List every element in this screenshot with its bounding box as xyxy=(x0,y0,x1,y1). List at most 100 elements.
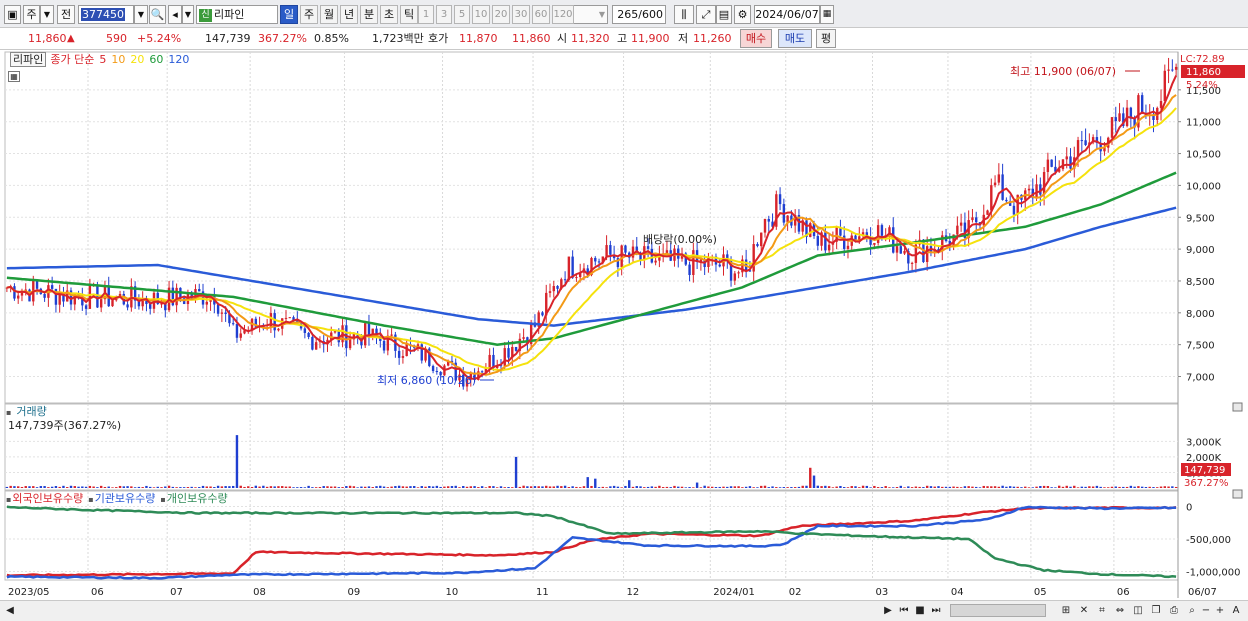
period-tab[interactable]: 월 xyxy=(320,5,338,24)
chart-svg[interactable]: 2023/05 06 07 08 09 10 11 12 2024/01 02 03 04 05 06 06… xyxy=(0,50,1248,600)
volume-bar xyxy=(250,486,254,488)
volume-bar xyxy=(96,487,99,488)
stop-icon[interactable]: ■ xyxy=(912,603,928,618)
volume-bar xyxy=(971,486,974,488)
count-input[interactable]: 265/600 xyxy=(612,5,666,24)
volume-bar xyxy=(899,485,902,488)
volume-bar xyxy=(465,486,469,488)
save-icon[interactable]: ▤ xyxy=(716,5,732,24)
grid-icon[interactable]: ⌗ xyxy=(1094,603,1110,618)
chevron-down-icon[interactable]: ▼ xyxy=(40,5,54,24)
eval-button[interactable]: 평 xyxy=(816,29,836,48)
stock-name-field[interactable]: 신 리파인 xyxy=(196,5,278,24)
volume-bar xyxy=(729,486,733,488)
candle-body xyxy=(827,244,831,251)
gear-icon[interactable]: ⚙ xyxy=(734,5,751,24)
type-selector[interactable]: 주 xyxy=(23,5,40,24)
volume-bar xyxy=(73,486,76,488)
volume-bar xyxy=(24,486,27,488)
interval-button[interactable]: 1 xyxy=(418,5,434,24)
volume-bar xyxy=(680,486,684,488)
rewind-icon[interactable]: ⏮ xyxy=(896,603,912,618)
calendar-icon[interactable]: ▦ xyxy=(820,5,834,24)
volume-bar xyxy=(741,487,744,488)
interval-button[interactable]: 10 xyxy=(472,5,490,24)
period-tab[interactable]: 초 xyxy=(380,5,398,24)
candle-body xyxy=(488,354,491,369)
volume-bar xyxy=(318,487,322,488)
interval-dropdown[interactable]: ▼ xyxy=(572,5,608,24)
candle-body xyxy=(597,261,601,263)
candle-body xyxy=(514,346,518,351)
type2-selector[interactable]: 전 xyxy=(57,5,75,24)
scroll-right-icon[interactable]: ▶ xyxy=(880,603,896,618)
buy-button[interactable]: 매수 xyxy=(740,29,772,48)
volume-bar xyxy=(77,486,80,488)
candle-body xyxy=(35,280,39,289)
volume-bar xyxy=(28,486,31,488)
interval-button[interactable]: 60 xyxy=(532,5,550,24)
font-size-icon[interactable]: A xyxy=(1228,603,1244,618)
chart-area[interactable]: 2023/05 06 07 08 09 10 11 12 2024/01 02 03 04 05 06 06… xyxy=(0,50,1248,621)
candle-body xyxy=(314,342,318,350)
split-icon[interactable]: ⇔ xyxy=(1112,603,1128,618)
candle-body xyxy=(620,245,623,268)
drawing-tool-icon[interactable]: ⤢ xyxy=(696,5,716,24)
volume-bar xyxy=(507,487,510,488)
period-tab[interactable]: 틱 xyxy=(400,5,418,24)
table-icon[interactable]: ▦ xyxy=(8,71,20,82)
ma5-line xyxy=(6,75,1178,380)
period-tab[interactable]: 분 xyxy=(360,5,378,24)
period-tab[interactable]: 주 xyxy=(300,5,318,24)
period-tab[interactable]: 년 xyxy=(340,5,358,24)
high-annotation: 최고 11,900 (06/07) xyxy=(1010,65,1116,78)
holding-series-line xyxy=(6,505,1177,579)
candle-body xyxy=(975,217,978,223)
volume-bar xyxy=(922,487,925,488)
ma-legend-item: 10 xyxy=(111,53,126,66)
volume-bar xyxy=(443,486,446,488)
volume-bar xyxy=(1099,486,1102,488)
stock-code-input[interactable]: 377450 xyxy=(78,5,134,24)
stock-name-tag[interactable]: 리파인 xyxy=(10,52,47,67)
forward-icon[interactable]: ⏭ xyxy=(928,603,944,618)
candle-body xyxy=(480,371,484,373)
scroll-thumb[interactable] xyxy=(950,604,1046,617)
candle-body xyxy=(959,222,963,226)
candle-body xyxy=(541,312,544,316)
volume-bar xyxy=(175,487,178,488)
speaker-dropdown-icon[interactable]: ▼ xyxy=(182,5,194,24)
chart-scrollbar[interactable]: ◀ ▶ ⏮ ■ ⏭ ⊞ ✕ ⌗ ⇔ ◫ ❐ ⎙ ⌕ − + A xyxy=(0,600,1248,621)
date-input[interactable]: 2024/06/07 xyxy=(754,5,820,24)
volume-bar xyxy=(522,485,525,488)
sell-button[interactable]: 매도 xyxy=(778,29,812,48)
volume-bar xyxy=(631,486,635,488)
zoom-in-icon[interactable]: + xyxy=(1212,603,1228,618)
period-tab[interactable]: 일 xyxy=(280,5,298,24)
candle-type-icon[interactable]: ⫼ xyxy=(674,5,694,24)
overlay-icon[interactable]: ◫ xyxy=(1130,603,1146,618)
interval-button[interactable]: 30 xyxy=(512,5,530,24)
volume-bar xyxy=(816,485,820,488)
x-tick-label: 2024/01 xyxy=(713,587,755,598)
code-dropdown-icon[interactable]: ▼ xyxy=(134,5,148,24)
volume-bar xyxy=(367,486,371,488)
print-icon[interactable]: ⎙ xyxy=(1166,603,1182,618)
volume-bar xyxy=(141,487,144,488)
volume-bar xyxy=(311,487,314,488)
layout-icon[interactable]: ▣ xyxy=(4,5,21,24)
search-icon[interactable]: 🔍 xyxy=(149,5,166,24)
crosshair-icon[interactable]: ✕ xyxy=(1076,603,1092,618)
interval-button[interactable]: 120 xyxy=(552,5,574,24)
volume-bar xyxy=(1140,486,1144,488)
copy-icon[interactable]: ❐ xyxy=(1148,603,1164,618)
speaker-icon[interactable]: ◂ xyxy=(168,5,182,24)
interval-button[interactable]: 5 xyxy=(454,5,470,24)
interval-button[interactable]: 20 xyxy=(492,5,510,24)
zoom-fit-icon[interactable]: ⊞ xyxy=(1058,603,1074,618)
volume-bar xyxy=(782,487,786,488)
interval-button[interactable]: 3 xyxy=(436,5,452,24)
volume-bar xyxy=(190,486,193,488)
candle-body xyxy=(1159,101,1163,108)
scroll-left-icon[interactable]: ◀ xyxy=(2,603,18,618)
